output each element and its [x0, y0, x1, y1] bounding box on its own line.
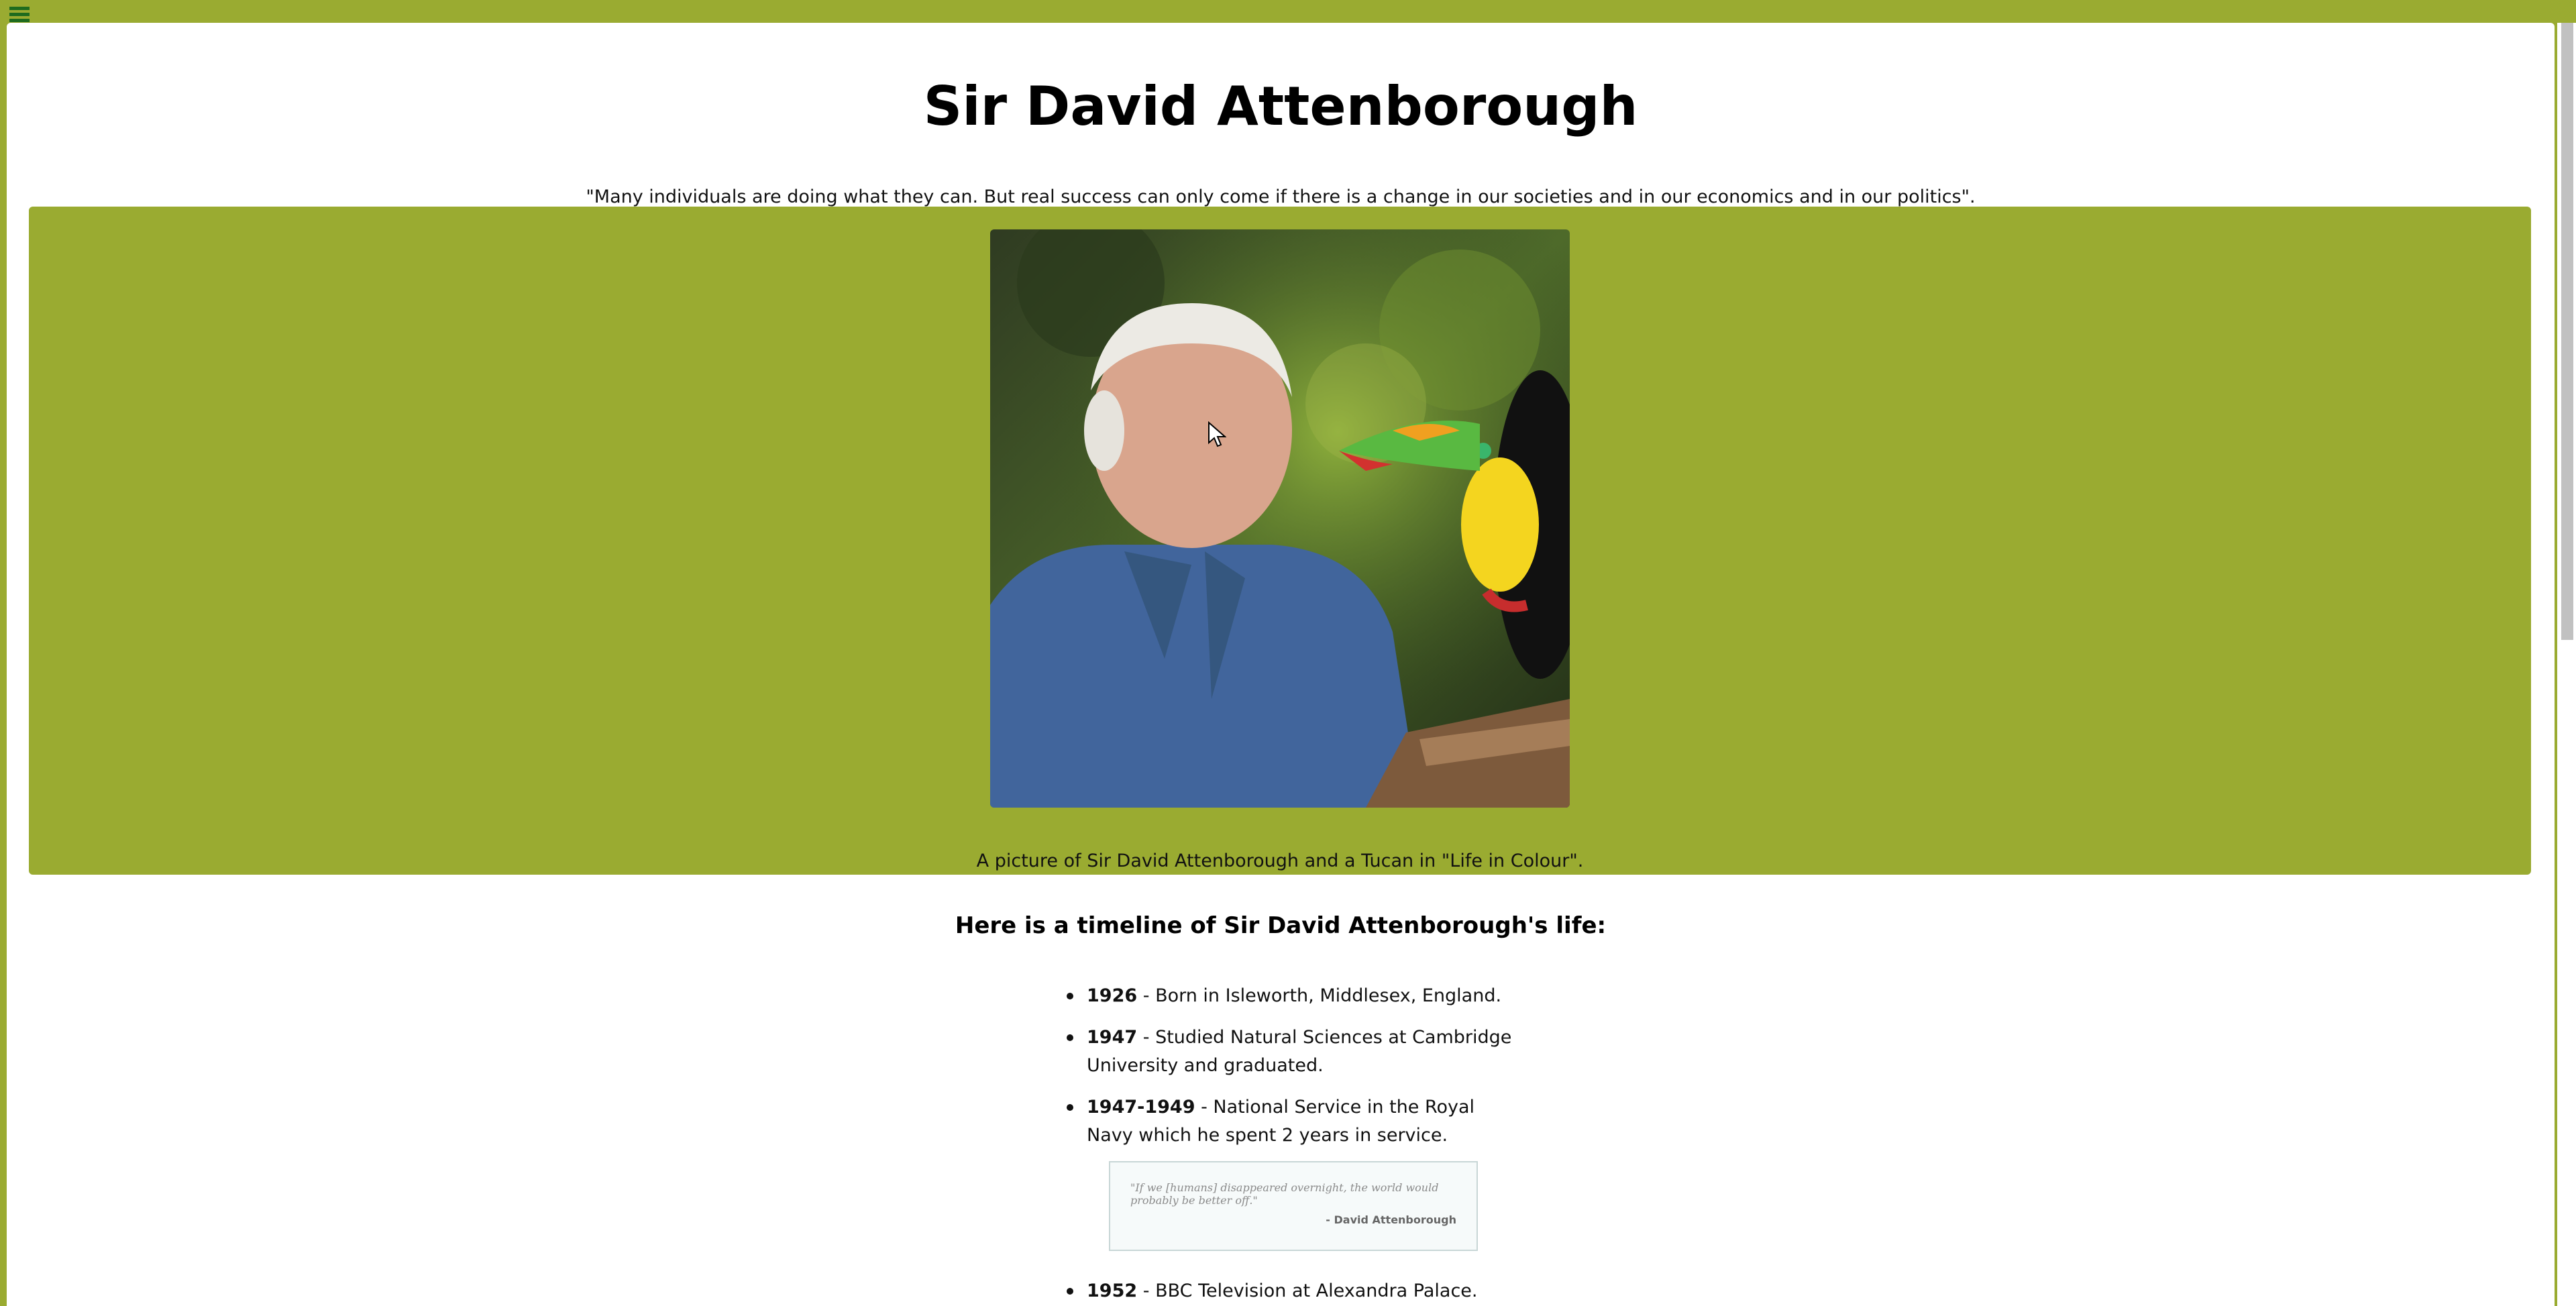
hero-section: A picture of Sir David Attenborough and … — [29, 207, 2531, 875]
page-content: Sir David Attenborough "Many individuals… — [7, 23, 2555, 1306]
timeline-item: 1952 - BBC Television at Alexandra Palac… — [1067, 1277, 1516, 1305]
timeline-text: - Born in Isleworth, Middlesex, England. — [1137, 985, 1502, 1006]
timeline-list: 1926 - Born in Isleworth, Middlesex, Eng… — [1067, 982, 1516, 1163]
timeline-text: - BBC Television at Alexandra Palace. — [1137, 1281, 1478, 1301]
timeline-year: 1947-1949 — [1087, 1097, 1195, 1118]
page-title: Sir David Attenborough — [923, 75, 1638, 138]
timeline-heading: Here is a timeline of Sir David Attenbor… — [955, 912, 1607, 939]
attenborough-toucan-photo — [990, 229, 1570, 808]
mouse-cursor-icon — [1208, 421, 1226, 447]
timeline-item: 1947 - Studied Natural Sciences at Cambr… — [1067, 1024, 1516, 1080]
blockquote-text: "If we [humans] disappeared overnight, t… — [1130, 1181, 1439, 1207]
blockquote-author: - David Attenborough — [1326, 1213, 1456, 1226]
timeline-item: 1926 - Born in Isleworth, Middlesex, Eng… — [1067, 982, 1516, 1010]
photo-caption: A picture of Sir David Attenborough and … — [976, 851, 1584, 871]
timeline-year: 1947 — [1087, 1027, 1138, 1048]
timeline-text: - Studied Natural Sciences at Cambridge … — [1087, 1027, 1512, 1076]
timeline-list-continued: 1952 - BBC Television at Alexandra Palac… — [1067, 1277, 1516, 1306]
timeline-year: 1952 — [1087, 1281, 1138, 1301]
hamburger-menu-icon[interactable] — [9, 7, 30, 23]
blockquote: "If we [humans] disappeared overnight, t… — [1109, 1161, 1478, 1251]
scrollbar-thumb[interactable] — [2561, 23, 2573, 640]
timeline-item: 1947-1949 - National Service in the Roya… — [1067, 1093, 1516, 1150]
header-quote: "Many individuals are doing what they ca… — [586, 186, 1976, 207]
timeline-year: 1926 — [1087, 985, 1138, 1006]
vertical-scrollbar[interactable] — [2557, 23, 2576, 1306]
